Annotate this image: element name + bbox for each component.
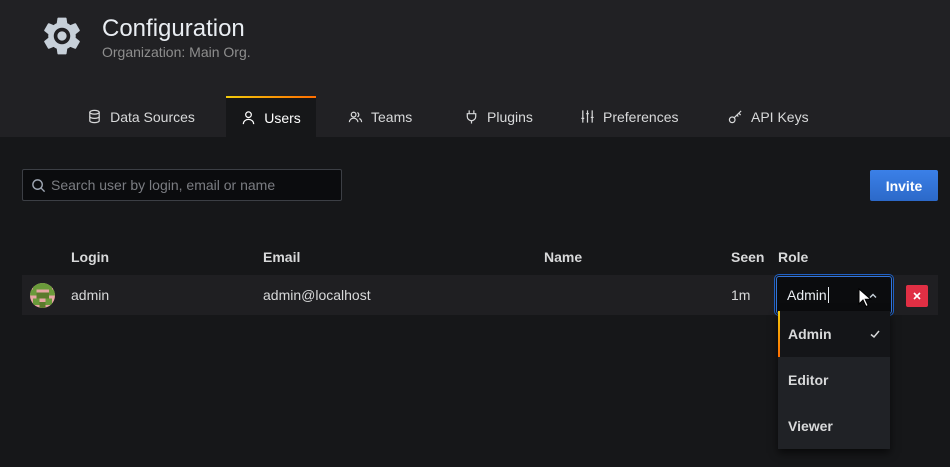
column-header-name: Name xyxy=(544,249,583,265)
tab-data-sources[interactable]: Data Sources xyxy=(74,96,208,137)
cell-login: admin xyxy=(71,287,110,303)
check-icon xyxy=(870,330,880,339)
tab-api-keys[interactable]: API Keys xyxy=(728,96,812,137)
page-subtitle: Organization: Main Org. xyxy=(102,44,251,60)
page-title: Configuration xyxy=(102,15,245,42)
tab-teams[interactable]: Teams xyxy=(348,96,418,137)
database-icon xyxy=(89,109,100,124)
role-select[interactable]: Admin xyxy=(776,276,892,314)
role-option-editor[interactable]: Editor xyxy=(778,357,890,403)
gear-icon xyxy=(44,17,80,55)
cell-email: admin@localhost xyxy=(263,287,371,303)
tab-bar: Data Sources Users Teams Plugins Prefere… xyxy=(0,96,950,137)
tab-label: Preferences xyxy=(603,108,679,125)
page-header: Configuration Organization: Main Org. Da… xyxy=(0,0,950,137)
cell-seen: 1m xyxy=(731,287,751,303)
tab-label: Teams xyxy=(371,108,413,125)
role-option-viewer[interactable]: Viewer xyxy=(778,403,890,449)
column-header-login: Login xyxy=(71,249,110,265)
delete-user-button[interactable] xyxy=(906,285,928,307)
role-dropdown-menu: Admin Editor Viewer xyxy=(778,311,890,449)
invite-button[interactable]: Invite xyxy=(870,170,938,201)
role-option-label: Viewer xyxy=(788,418,833,434)
user-icon xyxy=(242,111,255,125)
tab-label: Plugins xyxy=(487,108,533,125)
role-option-admin[interactable]: Admin xyxy=(778,311,890,357)
sliders-icon xyxy=(581,110,594,123)
close-icon xyxy=(913,292,921,300)
column-header-seen: Seen xyxy=(731,249,765,265)
avatar xyxy=(30,283,55,308)
search-box xyxy=(22,169,342,201)
tab-preferences[interactable]: Preferences xyxy=(580,96,684,137)
search-icon xyxy=(32,179,46,193)
tab-label: Users xyxy=(264,109,301,126)
plug-icon xyxy=(466,110,477,124)
tab-plugins[interactable]: Plugins xyxy=(464,96,538,137)
column-header-role: Role xyxy=(778,249,809,265)
column-header-email: Email xyxy=(263,249,301,265)
tab-label: API Keys xyxy=(751,108,809,125)
role-option-label: Admin xyxy=(788,326,832,342)
tab-users[interactable]: Users xyxy=(226,96,316,137)
search-input[interactable] xyxy=(51,170,339,200)
mouse-cursor-icon xyxy=(858,288,872,308)
role-select-value: Admin xyxy=(787,287,829,303)
key-icon xyxy=(728,110,742,124)
tab-label: Data Sources xyxy=(110,108,195,125)
role-option-label: Editor xyxy=(788,372,829,388)
users-icon xyxy=(348,111,363,123)
